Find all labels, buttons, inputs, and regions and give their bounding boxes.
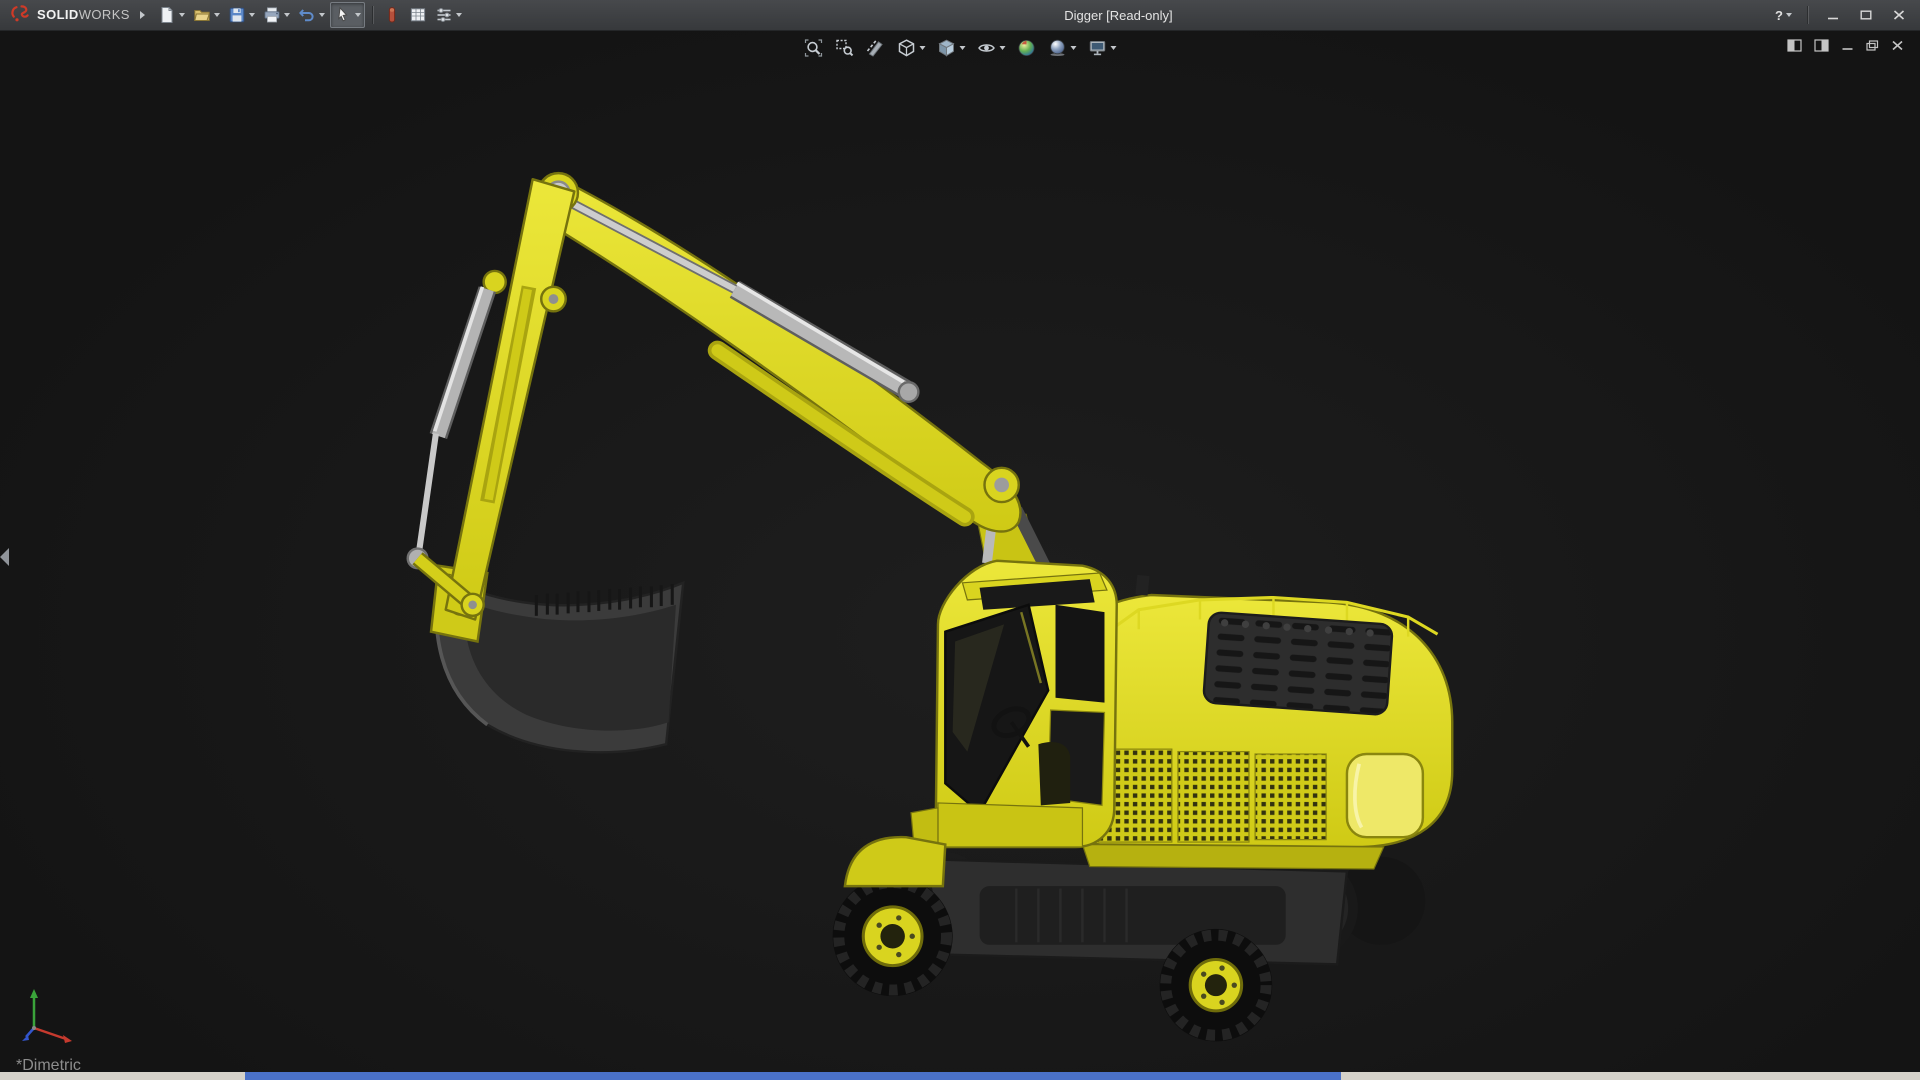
dropdown-caret-icon[interactable] — [1111, 46, 1117, 50]
edit-appearance-button[interactable] — [1014, 36, 1040, 60]
restore-document-icon — [1866, 40, 1879, 51]
open-button[interactable] — [190, 3, 223, 27]
save-button[interactable] — [225, 3, 258, 27]
toolbar-separator — [1807, 6, 1808, 24]
hide-show-items-button[interactable] — [974, 36, 1009, 60]
zoom-to-area-icon — [835, 38, 855, 58]
zoom-to-fit-icon — [804, 38, 824, 58]
close-icon — [1893, 10, 1905, 20]
eye-icon — [977, 38, 997, 58]
tile-right-icon — [1814, 39, 1829, 52]
edit-appearance-sphere-icon — [1017, 38, 1037, 58]
new-document-button[interactable] — [155, 3, 188, 27]
brand-light: WORKS — [79, 7, 130, 22]
maximize-icon — [1860, 10, 1872, 20]
view-settings-monitor-icon — [1088, 38, 1108, 58]
section-view-button[interactable] — [863, 36, 889, 60]
solidworks-logo: SOLIDWORKS — [8, 3, 130, 27]
undo-icon — [298, 6, 316, 24]
close-button[interactable] — [1886, 5, 1912, 25]
print-button[interactable] — [260, 3, 293, 27]
sketch-table-icon — [409, 6, 427, 24]
minimize-document-icon — [1841, 40, 1854, 51]
minimize-icon — [1827, 10, 1839, 20]
help-button[interactable]: ? — [1772, 3, 1795, 27]
dropdown-caret-icon[interactable] — [1000, 46, 1006, 50]
close-document-button[interactable] — [1891, 40, 1904, 51]
brand-bold: SOLID — [37, 7, 79, 22]
reference-triad — [20, 984, 90, 1048]
print-icon — [263, 6, 281, 24]
dropdown-caret-icon[interactable] — [1786, 13, 1792, 17]
title-bar: SOLIDWORKS — [0, 0, 1920, 31]
undo-button[interactable] — [295, 3, 328, 27]
section-view-icon — [866, 38, 886, 58]
apply-scene-sphere-icon — [1048, 38, 1068, 58]
dropdown-caret-icon[interactable] — [214, 13, 220, 17]
dropdown-caret-icon[interactable] — [1071, 46, 1077, 50]
tile-left-button[interactable] — [1787, 39, 1802, 52]
solidworks-logo-icon — [8, 3, 32, 27]
view-orientation-cube-icon — [897, 38, 917, 58]
dropdown-caret-icon[interactable] — [355, 13, 361, 17]
heads-up-toolbar — [801, 36, 1120, 60]
tile-right-button[interactable] — [1814, 39, 1829, 52]
options-button[interactable] — [432, 3, 465, 27]
close-document-icon — [1891, 40, 1904, 51]
brand-text: SOLIDWORKS — [37, 6, 130, 24]
status-progress-segment — [245, 1072, 1341, 1080]
zoom-to-area-button[interactable] — [832, 36, 858, 60]
excavator-model — [0, 30, 1920, 1072]
new-document-icon — [158, 6, 176, 24]
minimize-button[interactable] — [1820, 5, 1846, 25]
status-bar — [0, 1072, 1920, 1080]
maximize-button[interactable] — [1853, 5, 1879, 25]
display-style-button[interactable] — [934, 36, 969, 60]
view-settings-button[interactable] — [1085, 36, 1120, 60]
toolbar-separator — [372, 6, 373, 24]
window-controls: ? — [1772, 3, 1912, 27]
zoom-to-fit-button[interactable] — [801, 36, 827, 60]
graphics-area[interactable]: *Dimetric — [0, 30, 1920, 1072]
document-title: Digger [Read-only] — [465, 8, 1772, 23]
view-orientation-button[interactable] — [894, 36, 929, 60]
dropdown-caret-icon[interactable] — [284, 13, 290, 17]
dropdown-caret-icon[interactable] — [249, 13, 255, 17]
apply-scene-button[interactable] — [1045, 36, 1080, 60]
display-style-icon — [937, 38, 957, 58]
view-orientation-label: *Dimetric — [16, 1057, 81, 1072]
appearance-icon — [383, 6, 401, 24]
help-icon: ? — [1775, 8, 1783, 23]
select-button[interactable] — [330, 2, 365, 28]
dropdown-caret-icon[interactable] — [960, 46, 966, 50]
dropdown-caret-icon[interactable] — [319, 13, 325, 17]
save-icon — [228, 6, 246, 24]
featuremanager-flyout-arrow[interactable] — [0, 548, 9, 566]
dropdown-caret-icon[interactable] — [920, 46, 926, 50]
sketch-table-button[interactable] — [406, 3, 430, 27]
tile-left-icon — [1787, 39, 1802, 52]
dropdown-caret-icon[interactable] — [179, 13, 185, 17]
dropdown-caret-icon[interactable] — [456, 13, 462, 17]
main-toolbar — [155, 2, 465, 28]
document-window-controls — [1787, 39, 1904, 52]
options-sliders-icon — [435, 6, 453, 24]
appearance-button[interactable] — [380, 3, 404, 27]
restore-document-button[interactable] — [1866, 40, 1879, 51]
minimize-document-button[interactable] — [1841, 40, 1854, 51]
menu-flyout-arrow-icon[interactable] — [140, 11, 145, 19]
select-cursor-icon — [334, 6, 352, 24]
open-icon — [193, 6, 211, 24]
